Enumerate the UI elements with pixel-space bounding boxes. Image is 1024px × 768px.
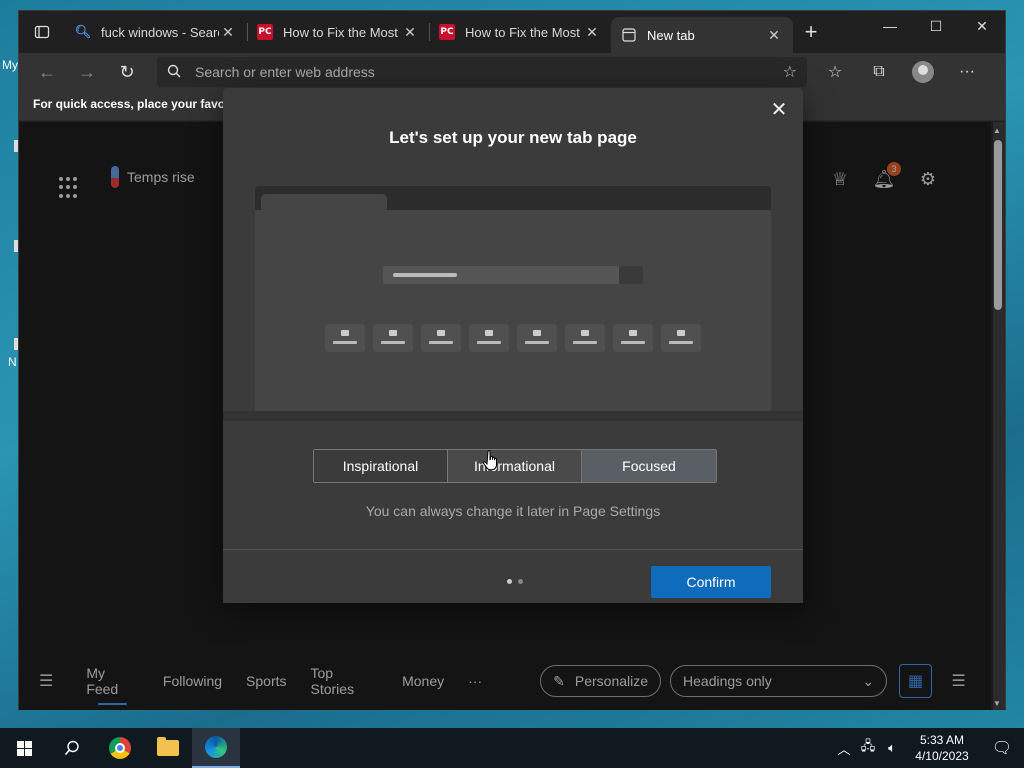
close-icon[interactable]: ✕: [765, 27, 783, 44]
preview-search-box: [383, 266, 643, 284]
tab-search[interactable]: 🔍︎ fuck windows - Search ✕: [65, 15, 247, 49]
browser-window: 🔍︎ fuck windows - Search ✕ PC How to Fix…: [18, 10, 1006, 710]
profile-button[interactable]: [901, 56, 945, 88]
refresh-icon: ↻: [119, 61, 135, 82]
dialog-close-button[interactable]: ✕: [767, 98, 791, 122]
scrollbar-thumb[interactable]: [994, 140, 1002, 310]
tab-new-tab[interactable]: New tab ✕: [611, 17, 793, 53]
newtab-icon: [621, 27, 637, 43]
option-informational[interactable]: Informational: [448, 450, 582, 482]
close-window-button[interactable]: ✕: [959, 11, 1005, 41]
setup-dialog: ✕ Let's set up your new tab page Inspira…: [223, 88, 803, 603]
search-icon: 🔍︎: [74, 24, 92, 39]
hand-cursor-icon: [483, 450, 497, 471]
window-controls: — ☐ ✕: [867, 11, 1005, 41]
option-focused[interactable]: Focused: [582, 450, 716, 482]
action-center-icon[interactable]: 🗨︎: [980, 738, 1024, 758]
forward-button[interactable]: →: [67, 56, 107, 88]
layout-option-group: Inspirational Informational Focused: [313, 449, 717, 483]
layout-preview: [255, 186, 771, 411]
collections-icon: ⧉: [873, 63, 885, 80]
favorites-button[interactable]: ☆: [813, 56, 857, 88]
close-icon[interactable]: ✕: [401, 24, 419, 41]
close-icon: ✕: [770, 99, 788, 121]
settings-hint: You can always change it later in Page S…: [365, 503, 661, 519]
clock[interactable]: 5:33 AM 4/10/2023: [904, 732, 980, 764]
new-tab-button[interactable]: +: [793, 15, 829, 49]
settings-more-button[interactable]: ···: [945, 56, 989, 88]
scroll-down-icon[interactable]: ▼: [993, 699, 1001, 708]
preview-tile: [373, 324, 413, 352]
pc-icon: PC: [439, 24, 455, 40]
system-tray: ︿ 🖧︎ 🔈︎ 5:33 AM 4/10/2023 🗨︎: [832, 728, 1024, 768]
dialog-title: Let's set up your new tab page: [389, 128, 637, 147]
toolbar-right: ☆ ⧉ ···: [813, 56, 989, 88]
arrow-right-icon: →: [78, 61, 96, 82]
clock-time: 5:33 AM: [919, 733, 965, 747]
taskbar-chrome[interactable]: [96, 728, 144, 768]
more-icon: ···: [959, 63, 975, 80]
preview-tile: [517, 324, 557, 352]
folder-icon: [157, 737, 179, 756]
collections-button[interactable]: ⧉: [857, 56, 901, 88]
preview-tab: [261, 194, 387, 210]
maximize-button[interactable]: ☐: [913, 11, 959, 41]
toolbar: ← → ↻ Search or enter web address ☆ ☆ ⧉ …: [19, 53, 1005, 91]
taskbar-edge[interactable]: [192, 728, 240, 768]
avatar: [912, 61, 934, 83]
tab-title: fuck windows - Search: [101, 24, 219, 40]
preview-tile: [613, 324, 653, 352]
start-button[interactable]: [0, 728, 48, 768]
divider: [223, 411, 803, 421]
page-indicator: [507, 579, 523, 584]
preview-quick-links: [325, 324, 701, 352]
add-favorite-icon[interactable]: ☆: [783, 62, 797, 82]
dialog-options-area: Inspirational Informational Focused You …: [223, 421, 803, 603]
page-scrollbar[interactable]: ▲ ▼: [991, 122, 1005, 710]
clock-date: 4/10/2023: [915, 749, 969, 763]
tab-actions-icon: [34, 25, 50, 39]
tab-pcmag-2[interactable]: PC How to Fix the Most Annoying ✕: [429, 15, 611, 49]
address-bar[interactable]: Search or enter web address ☆: [157, 57, 807, 87]
search-icon: [64, 740, 79, 756]
taskbar-search-button[interactable]: [48, 728, 96, 768]
scroll-up-icon[interactable]: ▲: [993, 126, 1001, 135]
close-icon[interactable]: ✕: [583, 24, 601, 41]
chevron-up-icon[interactable]: ︿: [832, 739, 856, 758]
pc-icon: PC: [257, 24, 273, 40]
confirm-button[interactable]: Confirm: [651, 566, 771, 598]
taskbar-file-explorer[interactable]: [144, 728, 192, 768]
back-button[interactable]: ←: [27, 56, 67, 88]
close-icon[interactable]: ✕: [219, 24, 237, 41]
arrow-left-icon: ←: [38, 61, 56, 82]
windows-logo-icon: [16, 740, 32, 756]
minimize-button[interactable]: —: [867, 11, 913, 41]
desktop-label-my: My: [2, 58, 18, 72]
preview-tile: [661, 324, 701, 352]
volume-icon[interactable]: 🔈︎: [880, 740, 904, 756]
search-icon: [167, 64, 181, 81]
tab-strip: 🔍︎ fuck windows - Search ✕ PC How to Fix…: [19, 11, 1005, 53]
preview-tile: [421, 324, 461, 352]
favorites-icon: ☆: [827, 64, 843, 81]
preview-tile: [469, 324, 509, 352]
address-placeholder: Search or enter web address: [195, 64, 375, 80]
tab-actions-button[interactable]: [19, 11, 65, 53]
plus-icon: +: [804, 19, 818, 44]
tab-title: How to Fix the Most Annoying: [465, 24, 583, 40]
network-icon[interactable]: 🖧︎: [856, 737, 880, 759]
option-inspirational[interactable]: Inspirational: [314, 450, 448, 482]
taskbar: ︿ 🖧︎ 🔈︎ 5:33 AM 4/10/2023 🗨︎: [0, 728, 1024, 768]
chrome-icon: [109, 737, 131, 759]
refresh-button[interactable]: ↻: [107, 56, 147, 88]
preview-tile: [325, 324, 365, 352]
edge-icon: [205, 736, 227, 758]
preview-tile: [565, 324, 605, 352]
divider: [223, 549, 803, 550]
tab-title: New tab: [647, 27, 695, 43]
tab-pcmag-1[interactable]: PC How to Fix the Most Annoying ✕: [247, 15, 429, 49]
desktop-label-n: N: [8, 355, 17, 369]
tab-title: How to Fix the Most Annoying: [283, 24, 401, 40]
